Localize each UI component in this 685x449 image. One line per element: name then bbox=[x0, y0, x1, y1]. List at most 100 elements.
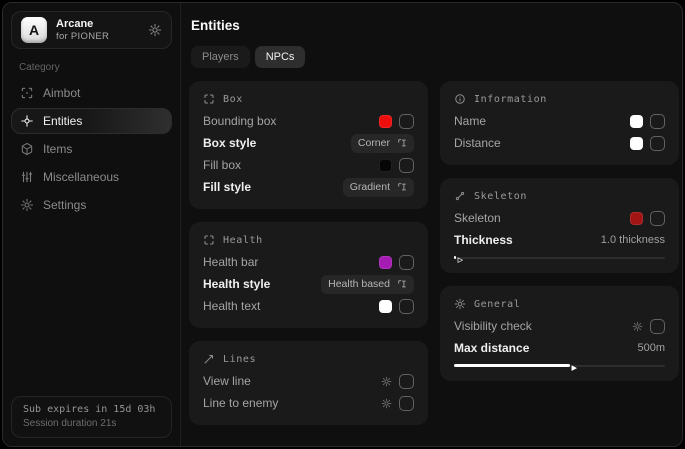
subscription-expiry: Sub expires in 15d 03h bbox=[23, 404, 160, 415]
checkbox[interactable] bbox=[399, 374, 414, 389]
card-title: Health bbox=[223, 235, 263, 246]
sliders-icon bbox=[20, 170, 34, 184]
card-skeleton: Skeleton Skeleton Thickness 1.0 thicknes… bbox=[440, 178, 679, 273]
category-label: Category bbox=[19, 62, 180, 73]
setting-label: Distance bbox=[454, 136, 630, 150]
setting-label: Max distance bbox=[454, 341, 637, 355]
setting-label: Health bar bbox=[203, 255, 379, 269]
info-circle-icon bbox=[454, 93, 466, 105]
brand-card: A Arcane for PIONER bbox=[11, 11, 172, 49]
setting-row-box-style: Box style Corner bbox=[203, 132, 414, 154]
sidebar-item-aimbot[interactable]: Aimbot bbox=[11, 80, 172, 106]
focus-brackets-icon bbox=[203, 234, 215, 246]
color-swatch[interactable] bbox=[379, 115, 392, 128]
setting-label: Visibility check bbox=[454, 319, 632, 333]
setting-row-view-line: View line bbox=[203, 370, 414, 392]
card-lines: Lines View line Line to enemy bbox=[189, 341, 428, 425]
bone-icon bbox=[454, 190, 466, 202]
app-window: A Arcane for PIONER Category Aimbot bbox=[2, 2, 683, 447]
color-swatch[interactable] bbox=[630, 137, 643, 150]
main-panel: Entities Players NPCs Box Bounding box bbox=[181, 3, 683, 446]
card-box: Box Bounding box Box style Corner bbox=[189, 81, 428, 209]
tab-players[interactable]: Players bbox=[191, 46, 250, 68]
color-swatch[interactable] bbox=[630, 115, 643, 128]
gear-icon bbox=[20, 198, 34, 212]
card-title: Lines bbox=[223, 354, 256, 365]
sidebar-item-settings[interactable]: Settings bbox=[11, 192, 172, 218]
dropdown-box-style[interactable]: Corner bbox=[351, 134, 414, 153]
subscription-card: Sub expires in 15d 03h Session duration … bbox=[11, 396, 172, 438]
slider-value: 1.0 thickness bbox=[601, 234, 665, 246]
checkbox[interactable] bbox=[399, 255, 414, 270]
dropdown-value: Health based bbox=[328, 278, 390, 290]
max-distance-slider[interactable]: ▸ bbox=[454, 361, 665, 370]
sidebar: A Arcane for PIONER Category Aimbot bbox=[3, 3, 181, 446]
slider-thumb: ▹ bbox=[458, 252, 464, 268]
card-title: General bbox=[474, 299, 520, 310]
setting-row-fill-box: Fill box bbox=[203, 154, 414, 176]
setting-row-bounding-box: Bounding box bbox=[203, 110, 414, 132]
setting-row-health-style: Health style Health based bbox=[203, 273, 414, 295]
checkbox[interactable] bbox=[650, 319, 665, 334]
dropdown-health-style[interactable]: Health based bbox=[321, 275, 414, 294]
slider-thumb: ▸ bbox=[572, 360, 578, 376]
slider-fill: ▸ bbox=[454, 364, 570, 367]
diagonal-line-icon bbox=[203, 353, 215, 365]
checkbox[interactable] bbox=[650, 114, 665, 129]
setting-row-name: Name bbox=[454, 110, 665, 132]
gear-icon[interactable] bbox=[148, 23, 162, 37]
thickness-slider[interactable]: ▹ bbox=[454, 253, 665, 262]
setting-row-skeleton: Skeleton bbox=[454, 207, 665, 229]
crosshair-scan-icon bbox=[20, 86, 34, 100]
checkbox[interactable] bbox=[399, 396, 414, 411]
focus-brackets-icon bbox=[203, 93, 215, 105]
checkbox[interactable] bbox=[650, 211, 665, 226]
checkbox[interactable] bbox=[399, 299, 414, 314]
setting-row-visibility-check: Visibility check bbox=[454, 315, 665, 337]
color-swatch[interactable] bbox=[379, 159, 392, 172]
setting-row-health-bar: Health bar bbox=[203, 251, 414, 273]
checkbox[interactable] bbox=[399, 158, 414, 173]
gear-icon[interactable] bbox=[381, 376, 392, 387]
setting-label: Bounding box bbox=[203, 114, 379, 128]
setting-label: View line bbox=[203, 374, 381, 388]
setting-label: Box style bbox=[203, 136, 351, 150]
card-information: Information Name Distance bbox=[440, 81, 679, 165]
package-icon bbox=[20, 142, 34, 156]
checkbox[interactable] bbox=[399, 114, 414, 129]
color-swatch[interactable] bbox=[630, 212, 643, 225]
session-duration: Session duration 21s bbox=[23, 418, 160, 429]
card-title: Box bbox=[223, 94, 243, 105]
gear-icon[interactable] bbox=[632, 321, 643, 332]
dropdown-fill-style[interactable]: Gradient bbox=[343, 178, 414, 197]
sidebar-item-entities[interactable]: Entities bbox=[11, 108, 172, 134]
setting-row-line-to-enemy: Line to enemy bbox=[203, 392, 414, 414]
sidebar-item-label: Items bbox=[43, 142, 72, 156]
card-health: Health Health bar Health style Health ba… bbox=[189, 222, 428, 328]
target-icon bbox=[20, 114, 34, 128]
sidebar-item-miscellaneous[interactable]: Miscellaneous bbox=[11, 164, 172, 190]
slider-value: 500m bbox=[637, 342, 665, 354]
card-title: Information bbox=[474, 94, 547, 105]
app-subtitle: for PIONER bbox=[56, 31, 109, 42]
setting-row-thickness: Thickness 1.0 thickness bbox=[454, 229, 665, 251]
sidebar-item-items[interactable]: Items bbox=[11, 136, 172, 162]
tab-bar: Players NPCs bbox=[191, 46, 679, 68]
setting-label: Skeleton bbox=[454, 211, 630, 225]
setting-label: Thickness bbox=[454, 233, 601, 247]
setting-label: Fill style bbox=[203, 180, 343, 194]
checkbox[interactable] bbox=[650, 136, 665, 151]
dropdown-value: Gradient bbox=[350, 181, 390, 193]
gear-icon[interactable] bbox=[381, 398, 392, 409]
setting-row-max-distance: Max distance 500m bbox=[454, 337, 665, 359]
setting-label: Line to enemy bbox=[203, 396, 381, 410]
tab-npcs[interactable]: NPCs bbox=[255, 46, 306, 68]
setting-label: Health style bbox=[203, 277, 321, 291]
slider-track bbox=[454, 257, 665, 259]
sun-gear-icon bbox=[454, 298, 466, 310]
setting-label: Fill box bbox=[203, 158, 379, 172]
color-swatch[interactable] bbox=[379, 300, 392, 313]
card-general: General Visibility check Max distance bbox=[440, 286, 679, 381]
selector-icon bbox=[397, 182, 407, 192]
color-swatch[interactable] bbox=[379, 256, 392, 269]
